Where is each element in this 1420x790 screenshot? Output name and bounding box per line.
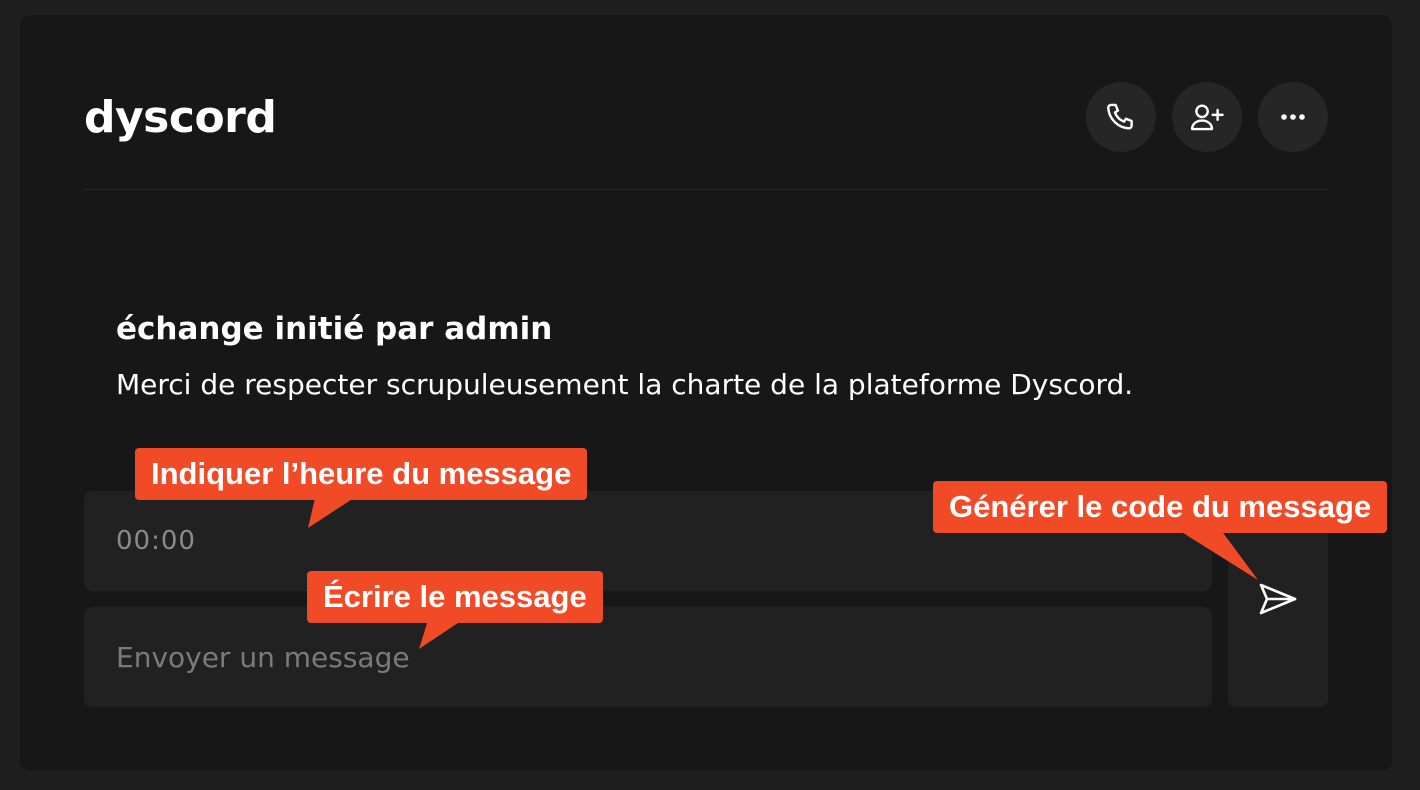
chat-window: dyscord échange initié par admin Merci d… [20,15,1392,771]
notice-title: échange initié par admin [116,311,553,347]
notice-text: Merci de respecter scrupuleusement la ch… [116,368,1134,401]
message-input[interactable] [116,607,1176,707]
phone-icon [1107,103,1133,130]
send-hint-tail [1172,526,1258,580]
add-user-button[interactable] [1172,82,1242,152]
add-user-icon [1190,104,1224,131]
send-icon [1259,583,1297,615]
more-button[interactable] [1258,82,1328,152]
time-hint-callout: Indiquer l’heure du message [135,448,588,500]
header-actions [1086,82,1328,152]
message-field[interactable] [84,607,1212,707]
call-button[interactable] [1086,82,1156,152]
app-title: dyscord [84,92,277,143]
send-hint-callout: Générer le code du message [933,481,1388,533]
chat-header: dyscord [84,15,1328,190]
message-hint-callout: Écrire le message [307,571,603,623]
more-icon [1281,114,1305,120]
